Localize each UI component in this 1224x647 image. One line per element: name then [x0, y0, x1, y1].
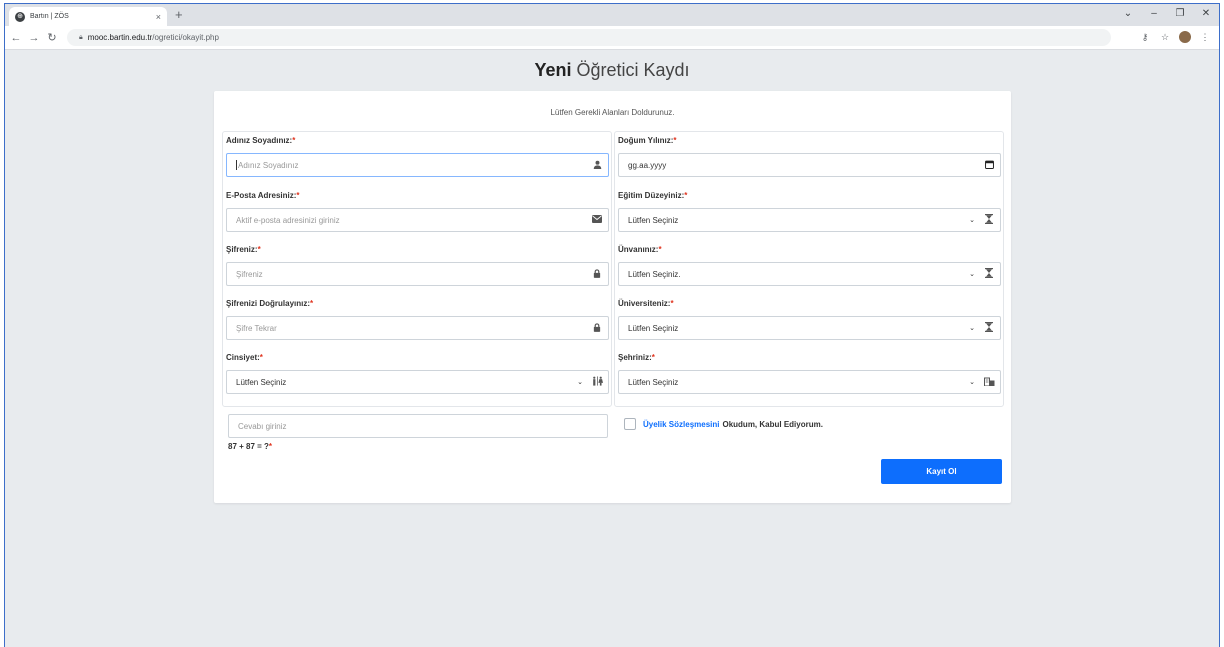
city-label: Şehriniz: — [618, 353, 652, 362]
birth-date-field: Doğum Yılınız:* gg.aa.yyyy — [618, 135, 1001, 177]
password-confirm-field: Şifrenizi Doğrulayınız:* Şifre Tekrar — [226, 298, 609, 340]
user-icon — [586, 160, 608, 171]
password-input[interactable]: Şifreniz — [226, 262, 609, 286]
lock-icon: 🔒︎ — [79, 33, 83, 41]
chevron-down-icon: ⌄ — [969, 217, 975, 224]
email-input[interactable]: Aktif e-posta adresinizi giriniz — [226, 208, 609, 232]
password-field: Şifreniz:* Şifreniz — [226, 244, 609, 286]
gender-field: Cinsiyet:* Lütfen Seçiniz ⌄ — [226, 352, 609, 394]
address-bar[interactable]: 🔒︎ mooc.bartin.edu.tr /ogretici/okayit.p… — [67, 29, 1111, 46]
gender-select[interactable]: Lütfen Seçiniz ⌄ — [226, 370, 609, 394]
register-button[interactable]: Kayıt Ol — [881, 459, 1002, 484]
city-icon — [978, 376, 1000, 388]
title-label: Ünvanınız: — [618, 245, 659, 254]
chevron-down-icon: ⌄ — [577, 379, 583, 386]
key-icon[interactable]: ⚷ — [1137, 32, 1153, 43]
agreement-link[interactable]: Üyelik Sözleşmesini — [643, 420, 719, 429]
browser-window: ⊕ Bartın | ZÖS × + ⌄ – ❐ ✕ ← → ↻ 🔒︎ mooc… — [4, 3, 1220, 647]
agreement-row: Üyelik Sözleşmesini Okudum, Kabul Ediyor… — [624, 418, 823, 430]
browser-tab[interactable]: ⊕ Bartın | ZÖS × — [9, 7, 167, 26]
agreement-checkbox[interactable] — [624, 418, 636, 430]
name-field: Adınız Soyadınız:* Adınız Soyadınız — [226, 135, 609, 177]
agreement-text: Okudum, Kabul Ediyorum. — [722, 419, 823, 429]
gender-label: Cinsiyet: — [226, 353, 260, 362]
page-title-bold: Yeni — [534, 60, 572, 80]
tab-strip: ⊕ Bartın | ZÖS × + ⌄ – ❐ ✕ — [5, 4, 1219, 26]
lock-icon — [586, 322, 608, 334]
chevron-down-icon: ⌄ — [969, 379, 975, 386]
minimize-button[interactable]: – — [1141, 4, 1167, 26]
url-path: /ogretici/okayit.php — [152, 33, 219, 42]
reload-icon[interactable]: ↻ — [45, 31, 59, 44]
password-label: Şifreniz: — [226, 245, 258, 254]
hourglass-icon — [978, 214, 1000, 226]
back-arrow-icon[interactable]: ← — [9, 32, 23, 44]
menu-dots-icon[interactable]: ⋮ — [1197, 32, 1213, 43]
hourglass-icon — [978, 322, 1000, 334]
page-title: Yeni Öğretici Kaydı — [5, 60, 1219, 81]
email-label: E-Posta Adresiniz: — [226, 191, 297, 200]
toolbar-actions: ⚷ ☆ ⋮ — [1133, 29, 1213, 46]
new-tab-button[interactable]: + — [175, 7, 183, 23]
university-field: Üniversiteniz:* Lütfen Seçiniz ⌄ — [618, 298, 1001, 340]
education-select[interactable]: Lütfen Seçiniz ⌄ — [618, 208, 1001, 232]
gender-icon — [586, 376, 608, 388]
url-host: mooc.bartin.edu.tr — [87, 33, 153, 42]
lock-icon — [586, 268, 608, 280]
captcha-input[interactable]: Cevabı giriniz — [228, 414, 608, 438]
city-select[interactable]: Lütfen Seçiniz ⌄ — [618, 370, 1001, 394]
education-label: Eğitim Düzeyiniz: — [618, 191, 685, 200]
captcha-question: 87 + 87 = ?* — [228, 442, 273, 451]
university-label: Üniversiteniz: — [618, 299, 671, 308]
title-select[interactable]: Lütfen Seçiniz. ⌄ — [618, 262, 1001, 286]
calendar-icon[interactable] — [978, 160, 1000, 171]
close-window-button[interactable]: ✕ — [1193, 4, 1219, 26]
right-panel: Doğum Yılınız:* gg.aa.yyyy Eğitim Düzeyi… — [614, 131, 1004, 407]
tab-title: Bartın | ZÖS — [30, 13, 69, 20]
registration-card: Lütfen Gerekli Alanları Doldurunuz. Adın… — [214, 91, 1011, 503]
university-select[interactable]: Lütfen Seçiniz ⌄ — [618, 316, 1001, 340]
email-field: E-Posta Adresiniz:* Aktif e-posta adresi… — [226, 190, 609, 232]
tab-close-icon[interactable]: × — [156, 12, 161, 22]
tab-search-icon[interactable]: ⌄ — [1115, 4, 1141, 26]
form-subtitle: Lütfen Gerekli Alanları Doldurunuz. — [550, 108, 675, 117]
window-controls: ⌄ – ❐ ✕ — [1115, 4, 1219, 26]
forward-arrow-icon[interactable]: → — [27, 32, 41, 44]
education-field: Eğitim Düzeyiniz:* Lütfen Seçiniz ⌄ — [618, 190, 1001, 232]
profile-avatar[interactable] — [1177, 30, 1193, 45]
city-field: Şehriniz:* Lütfen Seçiniz ⌄ — [618, 352, 1001, 394]
globe-icon: ⊕ — [15, 11, 25, 22]
hourglass-icon — [978, 268, 1000, 280]
page-title-rest: Öğretici Kaydı — [571, 60, 690, 80]
password-confirm-input[interactable]: Şifre Tekrar — [226, 316, 609, 340]
envelope-icon — [586, 215, 608, 225]
name-label: Adınız Soyadınız: — [226, 136, 293, 145]
birth-date-label: Doğum Yılınız: — [618, 136, 674, 145]
chevron-down-icon: ⌄ — [969, 325, 975, 332]
name-input[interactable]: Adınız Soyadınız — [226, 153, 609, 177]
birth-date-input[interactable]: gg.aa.yyyy — [618, 153, 1001, 177]
chevron-down-icon: ⌄ — [969, 271, 975, 278]
browser-toolbar: ← → ↻ 🔒︎ mooc.bartin.edu.tr /ogretici/ok… — [5, 26, 1219, 50]
title-field: Ünvanınız:* Lütfen Seçiniz. ⌄ — [618, 244, 1001, 286]
star-icon[interactable]: ☆ — [1157, 32, 1173, 43]
restore-button[interactable]: ❐ — [1167, 4, 1193, 26]
password-confirm-label: Şifrenizi Doğrulayınız: — [226, 299, 311, 308]
left-panel: Adınız Soyadınız:* Adınız Soyadınız E-Po… — [222, 131, 612, 407]
